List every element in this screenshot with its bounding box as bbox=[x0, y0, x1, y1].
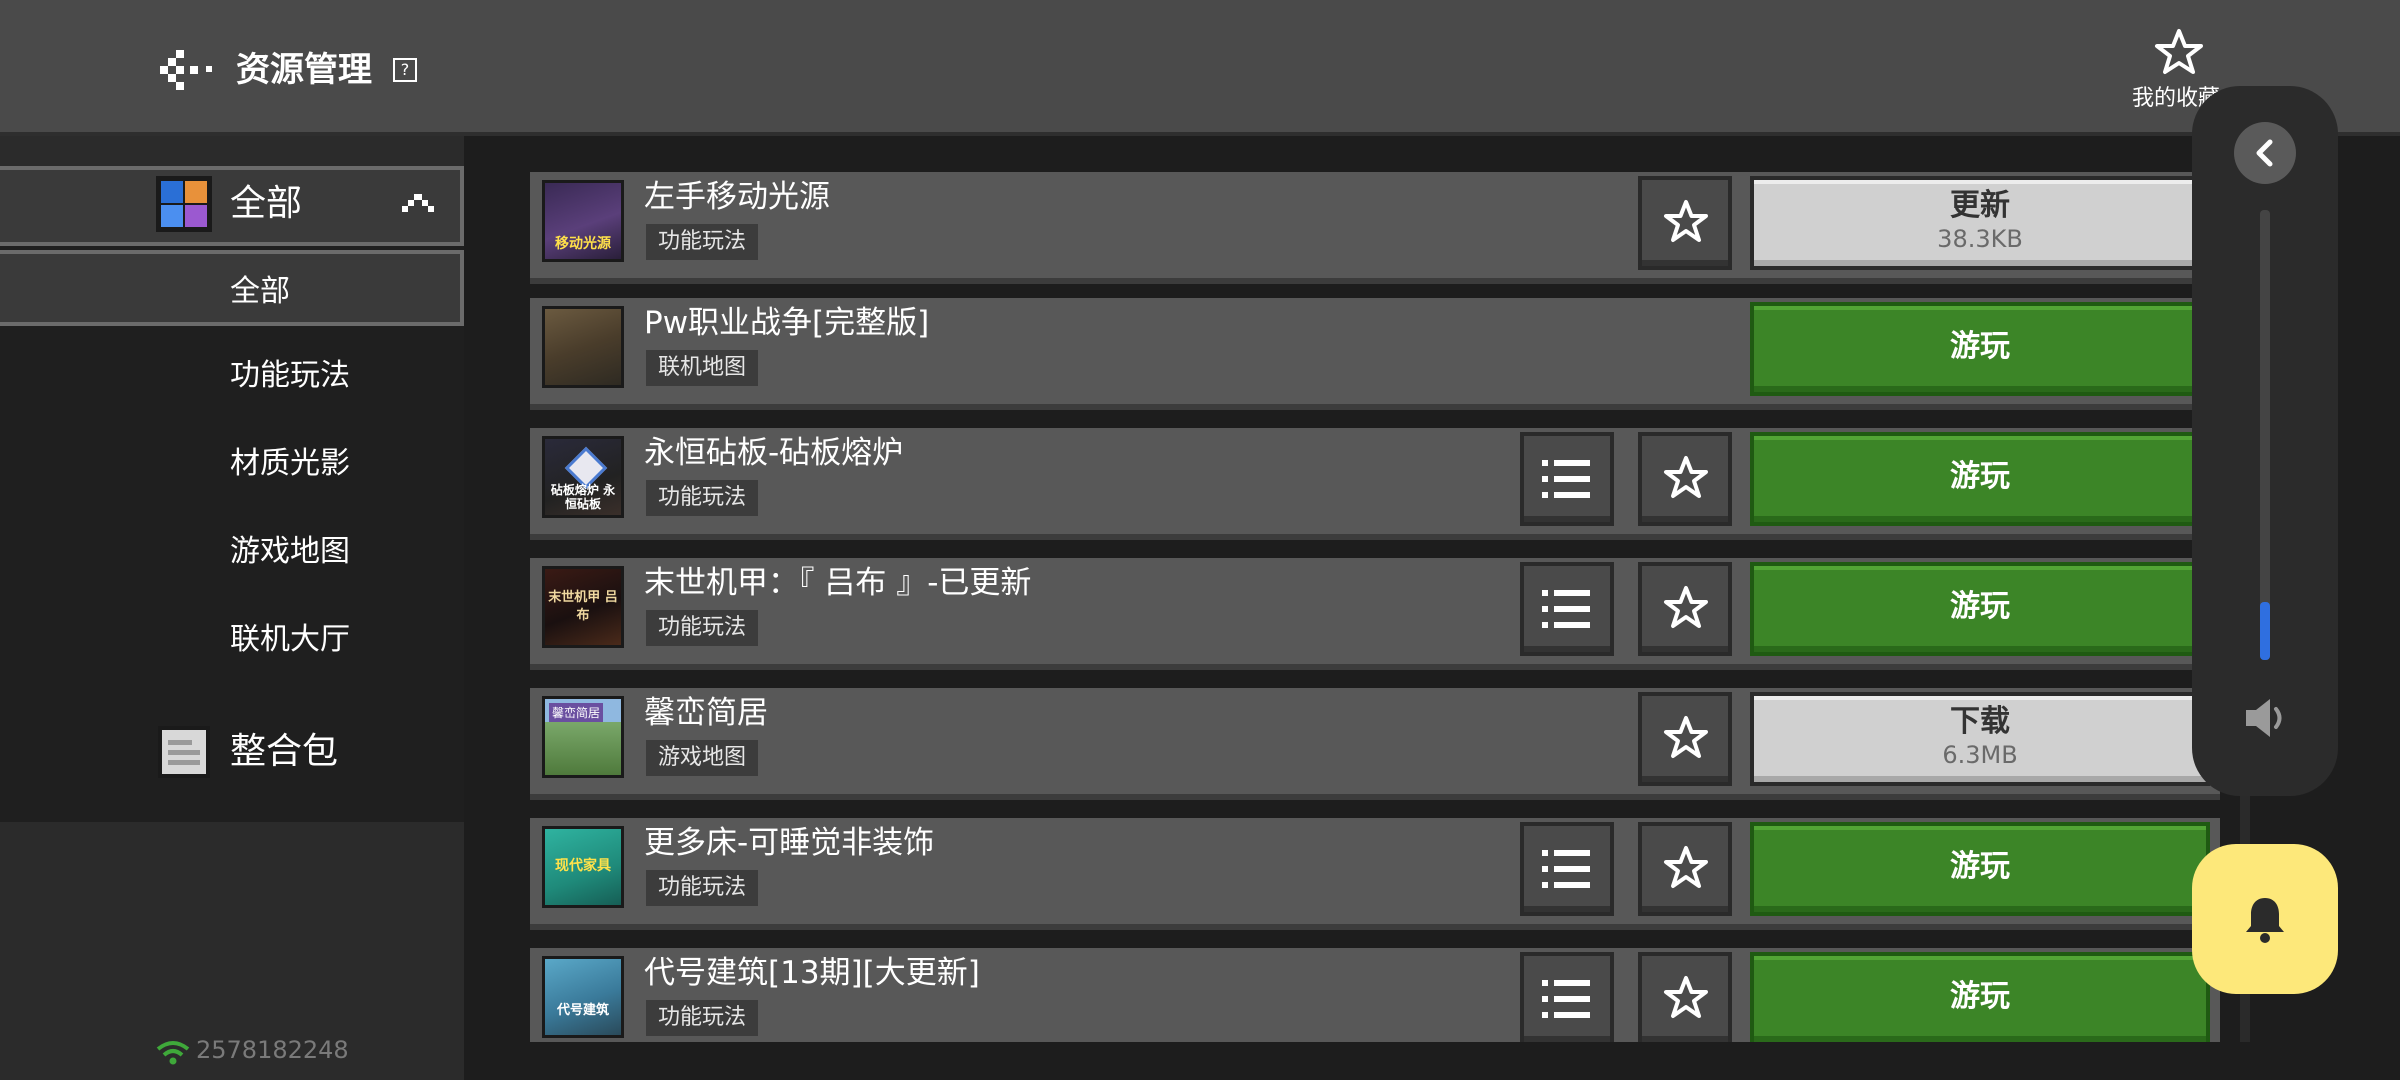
details-button[interactable] bbox=[1520, 822, 1614, 916]
list-menu-icon bbox=[1542, 460, 1590, 498]
bundle-icon bbox=[158, 726, 210, 778]
download-button[interactable]: 下载 6.3MB bbox=[1750, 692, 2210, 786]
list-item[interactable]: 现代家具 更多床-可睡觉非装饰 功能玩法 游玩 bbox=[530, 818, 2220, 930]
list-menu-icon bbox=[1542, 980, 1590, 1018]
list-item[interactable]: 移动光源 左手移动光源 功能玩法 更新 38.3KB bbox=[530, 172, 2220, 284]
favorite-button[interactable] bbox=[1638, 176, 1732, 270]
resource-title: 末世机甲：『 吕布 』-已更新 bbox=[644, 565, 1032, 601]
favorite-button[interactable] bbox=[1638, 692, 1732, 786]
volume-collapse-button[interactable] bbox=[2234, 122, 2296, 184]
volume-level bbox=[2260, 601, 2270, 660]
play-button[interactable]: 游玩 bbox=[1750, 562, 2210, 656]
star-icon bbox=[2155, 29, 2203, 74]
resource-title: 馨峦简居 bbox=[644, 695, 768, 731]
favorite-button[interactable] bbox=[1638, 432, 1732, 526]
volume-panel bbox=[2192, 86, 2338, 796]
resource-title: Pw职业战争[完整版] bbox=[644, 305, 930, 341]
resource-tag: 功能玩法 bbox=[646, 1000, 759, 1036]
page-title: 资源管理 bbox=[236, 50, 372, 90]
list-menu-icon bbox=[1542, 590, 1590, 628]
star-icon bbox=[1664, 716, 1708, 758]
star-icon bbox=[1664, 456, 1708, 498]
resource-tag: 功能玩法 bbox=[646, 870, 759, 906]
play-button[interactable]: 游玩 bbox=[1750, 822, 2210, 916]
category-all-icon bbox=[156, 176, 212, 232]
favorite-button[interactable] bbox=[1638, 562, 1732, 656]
sidebar-item-maps[interactable]: 游戏地图 bbox=[0, 514, 464, 590]
resource-thumbnail: 代号建筑 bbox=[542, 956, 624, 1038]
resource-tag: 功能玩法 bbox=[646, 480, 759, 516]
star-icon bbox=[1664, 586, 1708, 628]
thumbnail-caption: 砧板熔炉 永恒砧板 bbox=[550, 483, 616, 511]
favorite-button[interactable] bbox=[1638, 822, 1732, 916]
list-item[interactable]: 代号建筑 代号建筑[13期][大更新] 功能玩法 游玩 bbox=[530, 948, 2220, 1042]
user-id: 2578182248 bbox=[196, 1036, 349, 1064]
details-button[interactable] bbox=[1520, 952, 1614, 1042]
list-item[interactable]: Pw职业战争[完整版] 联机地图 游玩 bbox=[530, 298, 2220, 410]
sidebar-item-features[interactable]: 功能玩法 bbox=[0, 338, 464, 414]
wifi-icon bbox=[156, 1041, 190, 1065]
resource-thumbnail: 末世机甲 吕布 bbox=[542, 566, 624, 648]
resource-thumbnail: 移动光源 bbox=[542, 180, 624, 262]
resource-title: 代号建筑[13期][大更新] bbox=[644, 955, 980, 991]
resource-title: 左手移动光源 bbox=[644, 179, 830, 215]
list-item[interactable]: 砧板熔炉 永恒砧板 永恒砧板-砧板熔炉 功能玩法 游玩 bbox=[530, 428, 2220, 540]
play-button[interactable]: 游玩 bbox=[1750, 432, 2210, 526]
thumbnail-caption: 移动光源 bbox=[555, 236, 611, 252]
list-item[interactable]: 馨峦简居 馨峦简居 游戏地图 下载 6.3MB bbox=[530, 688, 2220, 800]
volume-slider[interactable] bbox=[2260, 210, 2270, 660]
favorite-button[interactable] bbox=[1638, 952, 1732, 1042]
bell-icon bbox=[2246, 898, 2284, 943]
resource-tag: 功能玩法 bbox=[646, 224, 759, 260]
star-icon bbox=[1664, 200, 1708, 242]
play-button[interactable]: 游玩 bbox=[1750, 952, 2210, 1042]
top-bar: 资源管理 ? 我的收藏 bbox=[0, 0, 2400, 136]
details-button[interactable] bbox=[1520, 562, 1614, 656]
play-button[interactable]: 游玩 bbox=[1750, 302, 2210, 396]
help-icon[interactable]: ? bbox=[393, 58, 417, 82]
resource-title: 永恒砧板-砧板熔炉 bbox=[644, 435, 904, 471]
resource-thumbnail bbox=[542, 306, 624, 388]
thumbnail-caption: 现代家具 bbox=[555, 858, 611, 874]
sidebar-item-all[interactable]: 全部 bbox=[0, 250, 464, 326]
star-icon bbox=[1664, 976, 1708, 1018]
resource-thumbnail: 砧板熔炉 永恒砧板 bbox=[542, 436, 624, 518]
resource-tag: 游戏地图 bbox=[646, 740, 759, 776]
thumbnail-caption: 代号建筑 bbox=[556, 1003, 609, 1018]
notification-button[interactable] bbox=[2192, 844, 2338, 994]
resource-thumbnail: 馨峦简居 bbox=[542, 696, 624, 778]
chevron-up-icon[interactable] bbox=[400, 190, 436, 220]
resource-tag: 功能玩法 bbox=[646, 610, 759, 646]
star-icon bbox=[1664, 846, 1708, 888]
sidebar-item-multiplayer[interactable]: 联机大厅 bbox=[0, 602, 464, 678]
update-button[interactable]: 更新 38.3KB bbox=[1750, 176, 2210, 270]
sidebar-item-bundle[interactable]: 整合包 bbox=[230, 726, 338, 778]
back-arrow-icon[interactable] bbox=[160, 44, 216, 96]
list-item[interactable]: 末世机甲 吕布 末世机甲：『 吕布 』-已更新 功能玩法 游玩 bbox=[530, 558, 2220, 670]
resource-tag: 联机地图 bbox=[646, 350, 759, 386]
details-button[interactable] bbox=[1520, 432, 1614, 526]
speaker-icon[interactable] bbox=[2242, 696, 2292, 740]
list-menu-icon bbox=[1542, 850, 1590, 888]
sidebar-item-textures[interactable]: 材质光影 bbox=[0, 426, 464, 502]
resource-thumbnail: 现代家具 bbox=[542, 826, 624, 908]
thumbnail-caption: 末世机甲 吕布 bbox=[548, 590, 618, 623]
category-all-label: 全部 bbox=[230, 183, 303, 224]
resource-title: 更多床-可睡觉非装饰 bbox=[644, 825, 935, 861]
chevron-left-icon bbox=[2256, 139, 2273, 167]
thumbnail-caption: 馨峦简居 bbox=[549, 703, 604, 722]
resource-list[interactable]: 移动光源 左手移动光源 功能玩法 更新 38.3KB Pw职业战争[完整版] 联… bbox=[530, 172, 2220, 1042]
